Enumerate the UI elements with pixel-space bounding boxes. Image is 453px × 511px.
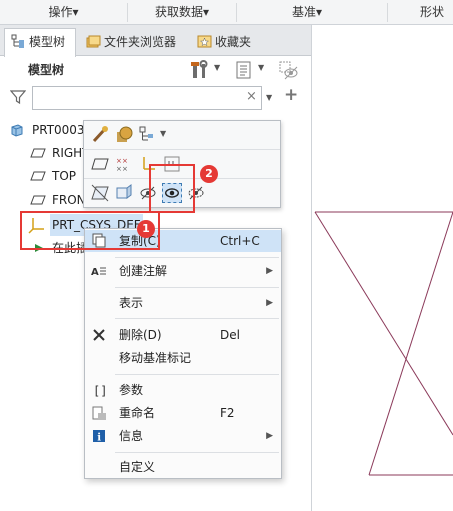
svg-text:×: × [122, 165, 128, 173]
datum-plane-icon [30, 148, 46, 158]
tree-item-label: PRT0003. [32, 123, 89, 137]
ribbon-shape-menu[interactable]: 形状 [420, 0, 453, 25]
menu-separator [115, 318, 279, 319]
sketch-geometry [314, 211, 453, 476]
menu-item-label: 移动基准标记 [119, 351, 192, 365]
svg-text:[]: [] [93, 384, 107, 398]
submenu-arrow-icon: ▶ [266, 431, 273, 441]
mini-toolbar-row: ▼ [84, 121, 280, 150]
menu-item-label: 参数 [119, 383, 144, 397]
menu-item-delete[interactable]: 删除(D) Del [85, 324, 281, 346]
menu-item-move-datum-tag[interactable]: 移动基准标记 [85, 347, 281, 369]
delete-icon [93, 329, 105, 341]
hierarchy-icon[interactable] [138, 125, 158, 145]
submenu-arrow-icon: ▶ [266, 266, 273, 276]
datum-plane-icon [30, 171, 46, 181]
tree-search-input[interactable] [32, 86, 262, 110]
tree-item-label: TOP [52, 169, 77, 183]
highlight-box-step-2 [149, 164, 195, 213]
add-filter-icon[interactable]: + [284, 85, 298, 105]
settings-tools-icon[interactable] [190, 60, 212, 80]
ribbon-get-data-menu[interactable]: 获取数据▾ [128, 0, 236, 25]
box-feature-icon[interactable] [114, 183, 134, 203]
svg-text:i: i [97, 433, 101, 444]
chevron-down-icon[interactable]: ▼ [258, 63, 264, 72]
svg-text:×: × [116, 157, 122, 165]
menu-item-label: 信息 [119, 429, 144, 443]
ribbon-bar: 操作▾ 获取数据▾ 基准▾ 形状 [0, 0, 453, 25]
filter-icon[interactable] [10, 89, 26, 105]
shading-sphere-icon[interactable] [114, 125, 134, 145]
folder-browser-icon [86, 35, 101, 48]
tab-favorites[interactable]: 收藏夹 [190, 28, 262, 56]
menu-item-rename[interactable]: 重命名 F2 [85, 402, 281, 424]
graphics-area[interactable] [313, 25, 453, 511]
step-badge-2: 2 [200, 165, 218, 183]
chevron-down-icon[interactable]: ▼ [214, 63, 220, 72]
suppress-icon[interactable] [90, 183, 110, 203]
panel-title: 模型树 [28, 63, 65, 77]
ribbon-datum-menu[interactable]: 基准▾ [237, 0, 377, 25]
menu-item-parameters[interactable]: [] 参数 [85, 379, 281, 401]
step-badge-1: 1 [137, 220, 155, 238]
menu-item-label: 表示 [119, 296, 144, 310]
hidden-items-icon[interactable] [278, 60, 300, 80]
menu-item-shortcut: Del [220, 328, 240, 342]
clear-search-icon[interactable]: × [246, 89, 257, 104]
show-list-icon[interactable] [234, 60, 254, 80]
menu-item-shortcut: Ctrl+C [220, 234, 260, 248]
tab-label: 模型树 [29, 35, 66, 49]
part-icon [11, 124, 23, 137]
menu-item-label: 创建注解 [119, 264, 168, 278]
menu-separator [115, 374, 279, 375]
tab-label: 文件夹浏览器 [104, 35, 177, 49]
menu-item-info[interactable]: i 信息 ▶ [85, 425, 281, 447]
model-tree-icon [11, 34, 24, 48]
appearance-brush-icon[interactable] [90, 125, 110, 145]
tab-model-tree[interactable]: 模型树 [4, 28, 76, 57]
menu-item-representation[interactable]: 表示 ▶ [85, 292, 281, 314]
ribbon-operations-menu[interactable]: 操作▾ [0, 0, 127, 25]
svg-text:×: × [116, 165, 122, 173]
ribbon-divider [387, 3, 388, 22]
navigator-tabs: 模型树 文件夹浏览器 收藏夹 [0, 25, 311, 57]
menu-item-label: 自定义 [119, 460, 156, 474]
tab-label: 收藏夹 [215, 35, 252, 49]
favorites-icon [197, 35, 212, 48]
menu-item-shortcut: F2 [220, 406, 235, 420]
svg-text:A: A [91, 267, 99, 278]
datum-plane-icon [30, 195, 46, 205]
rename-icon [92, 406, 106, 420]
menu-separator [115, 287, 279, 288]
context-menu: 复制(C) Ctrl+C A 创建注解 ▶ 表示 ▶ 删除(D) Del 移动基… [84, 228, 282, 479]
parameters-icon: [] [93, 384, 107, 398]
annotation-icon: A [91, 267, 106, 278]
chevron-down-icon[interactable]: ▼ [266, 93, 272, 102]
menu-item-create-annotation[interactable]: A 创建注解 ▶ [85, 260, 281, 282]
tab-folder-browser[interactable]: 文件夹浏览器 [79, 28, 187, 56]
submenu-arrow-icon: ▶ [266, 298, 273, 308]
edit-definition-icon[interactable] [90, 154, 110, 174]
menu-separator [115, 452, 279, 453]
menu-item-customize[interactable]: 自定义 [85, 456, 281, 478]
menu-separator [115, 257, 279, 258]
svg-text:×: × [122, 157, 128, 165]
edit-dimensions-icon[interactable]: × × × × [114, 154, 134, 174]
tree-item-label: FRON [52, 193, 86, 207]
chevron-down-icon[interactable]: ▼ [160, 129, 166, 138]
menu-item-label: 删除(D) [119, 328, 162, 342]
menu-item-label: 重命名 [119, 406, 156, 420]
info-icon: i [93, 430, 105, 444]
